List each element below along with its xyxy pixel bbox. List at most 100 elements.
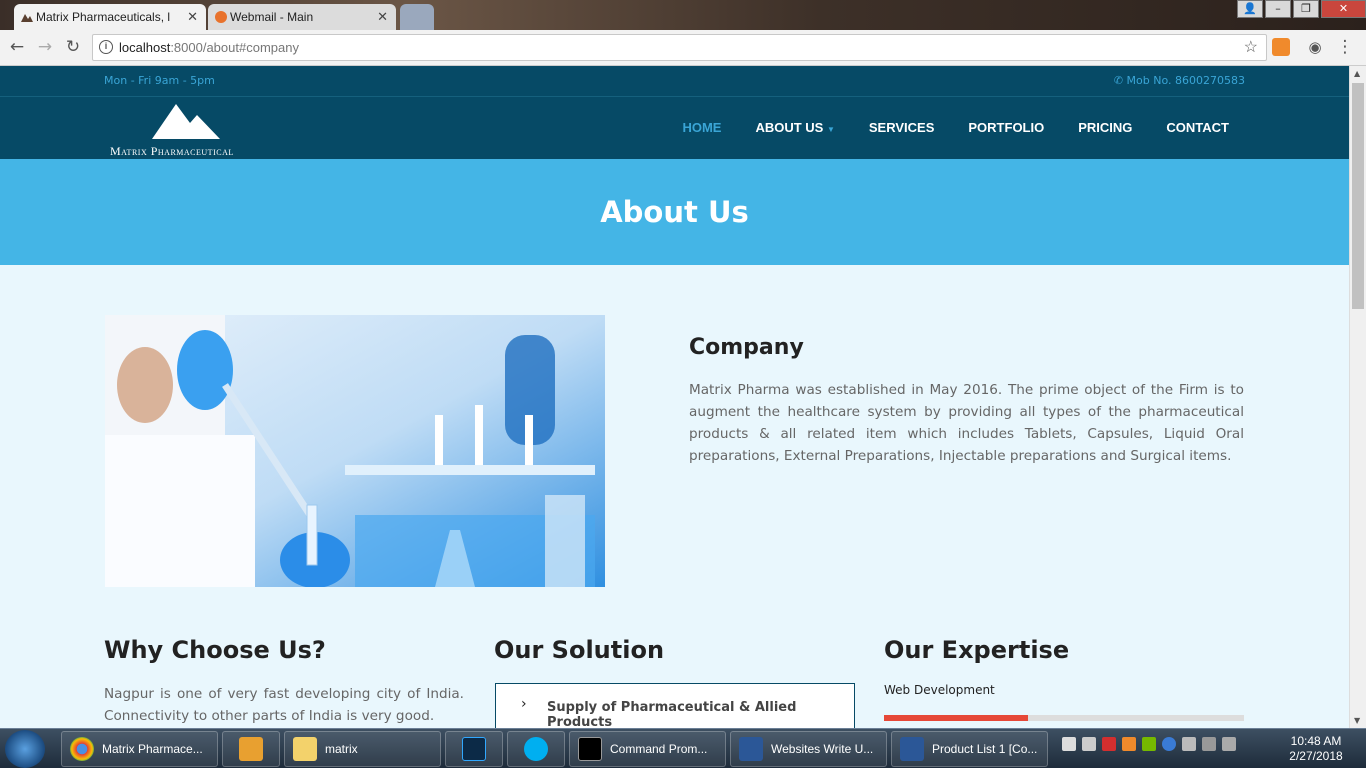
network-icon[interactable] [1202, 737, 1216, 751]
browser-toolbar: ← → ↻ i localhost:8000/about#company ☆ ◉… [0, 30, 1366, 66]
site-topbar: Mon - Fri 9am - 5pm ✆ Mob No. 8600270583 [0, 66, 1349, 97]
taskbar-label: matrix [325, 742, 358, 756]
menu-dots-icon[interactable]: ⋮ [1334, 36, 1356, 58]
phone-text: Mob No. 8600270583 [1126, 74, 1245, 87]
company-description: Matrix Pharma was established in May 201… [689, 382, 1244, 464]
matrix-favicon-icon [21, 14, 33, 22]
taskbar-word-1[interactable]: Websites Write U... [730, 731, 887, 767]
power-icon[interactable] [1162, 737, 1176, 751]
solution-item-label: Supply of Pharmaceutical & Allied Produc… [547, 700, 797, 730]
notes-icon[interactable] [1082, 737, 1096, 751]
bookmark-star-icon[interactable]: ☆ [1244, 35, 1258, 60]
battery-icon[interactable] [1062, 737, 1076, 751]
system-clock[interactable]: 10:48 AM 2/27/2018 [1284, 734, 1348, 764]
maximize-button[interactable]: ❐ [1293, 0, 1319, 18]
close-window-button[interactable]: ✕ [1321, 0, 1366, 18]
word-icon [900, 737, 924, 761]
browser-titlebar: Matrix Pharmaceuticals, l ✕ Webmail - Ma… [0, 0, 1366, 30]
taskbar-label: Websites Write U... [771, 742, 874, 756]
taskbar-media[interactable] [222, 731, 280, 767]
forward-icon[interactable]: → [34, 36, 56, 58]
taskbar-label: Product List 1 [Co... [932, 742, 1038, 756]
phone-icon: ✆ [1113, 74, 1127, 87]
user-icon[interactable]: 👤 [1237, 0, 1263, 18]
volume-icon[interactable] [1222, 737, 1236, 751]
why-choose-heading: Why Choose Us? [104, 636, 326, 664]
phone-number: ✆ Mob No. 8600270583 [1114, 74, 1245, 87]
page-scrollbar[interactable]: ▲ ▼ [1349, 66, 1366, 728]
clock-date: 2/27/2018 [1289, 749, 1343, 763]
taskbar-photoshop[interactable] [445, 731, 503, 767]
system-tray [1062, 737, 1236, 751]
tab-webmail[interactable]: Webmail - Main ✕ [208, 4, 396, 30]
word-icon [739, 737, 763, 761]
xampp-icon[interactable] [1122, 737, 1136, 751]
window-controls: 👤 – ❐ ✕ [1237, 0, 1366, 18]
back-icon[interactable]: ← [6, 36, 28, 58]
tab-title: Webmail - Main [230, 10, 314, 24]
taskbar-skype[interactable] [507, 731, 565, 767]
new-tab-button[interactable] [400, 4, 434, 30]
url-path: :8000/about#company [170, 40, 299, 55]
taskbar-word-2[interactable]: Product List 1 [Co... [891, 731, 1048, 767]
info-icon[interactable]: i [99, 40, 113, 54]
action-center-icon[interactable] [1182, 737, 1196, 751]
photoshop-icon [462, 737, 486, 761]
site-logo[interactable]: Matrix Pharmaceutical [110, 101, 275, 158]
skill-progress-bar [884, 715, 1244, 721]
nav-portfolio[interactable]: PORTFOLIO [968, 120, 1044, 135]
chrome-icon [70, 737, 94, 761]
caret-down-icon: ▼ [826, 125, 835, 134]
clock-time: 10:48 AM [1290, 734, 1342, 748]
nav-home[interactable]: HOME [682, 120, 721, 135]
start-button[interactable] [5, 730, 45, 768]
record-extension-icon[interactable]: ◉ [1304, 36, 1326, 58]
site-navbar: Matrix Pharmaceutical HOME ABOUT US ▼ SE… [0, 97, 1349, 159]
taskbar-chrome[interactable]: Matrix Pharmace... [61, 731, 218, 767]
nvidia-icon[interactable] [1142, 737, 1156, 751]
taskbar-label: Matrix Pharmace... [102, 742, 203, 756]
nav-services[interactable]: SERVICES [869, 120, 935, 135]
minimize-button[interactable]: – [1265, 0, 1291, 18]
skill-progress-fill [884, 715, 1028, 721]
company-heading: Company [689, 335, 804, 360]
tab-matrix[interactable]: Matrix Pharmaceuticals, l ✕ [14, 4, 206, 30]
close-tab-icon[interactable]: ✕ [377, 9, 388, 25]
scroll-down-icon[interactable]: ▼ [1354, 716, 1360, 725]
taskbar-folder[interactable]: matrix [284, 731, 441, 767]
folder-icon [293, 737, 317, 761]
why-choose-text: Nagpur is one of very fast developing ci… [104, 686, 464, 724]
url-host: localhost [119, 40, 171, 55]
reload-icon[interactable]: ↻ [62, 36, 84, 58]
skype-icon [524, 737, 548, 761]
cmd-icon [578, 737, 602, 761]
page-hero: About Us [0, 159, 1349, 265]
chevron-right-icon: › [521, 696, 527, 712]
nav-about[interactable]: ABOUT US ▼ [755, 120, 834, 135]
main-content: Company Matrix Pharma was established in… [0, 265, 1349, 730]
nav-pricing[interactable]: PRICING [1078, 120, 1132, 135]
scroll-up-icon[interactable]: ▲ [1354, 69, 1360, 78]
nav-about-label: ABOUT US [755, 120, 824, 135]
q-app-icon[interactable] [1102, 737, 1116, 751]
address-bar[interactable]: i localhost:8000/about#company ☆ [92, 34, 1267, 61]
close-tab-icon[interactable]: ✕ [187, 9, 198, 25]
solution-heading: Our Solution [494, 636, 665, 664]
business-hours: Mon - Fri 9am - 5pm [104, 74, 215, 87]
main-menu: HOME ABOUT US ▼ SERVICES PORTFOLIO PRICI… [648, 120, 1229, 135]
taskbar-label: Command Prom... [610, 742, 708, 756]
extension-icon[interactable] [1272, 38, 1290, 56]
page-title: About Us [600, 195, 749, 229]
taskbar-cmd[interactable]: Command Prom... [569, 731, 726, 767]
expertise-heading: Our Expertise [884, 636, 1070, 664]
mountain-logo-icon [152, 104, 220, 139]
lab-scientist-photo [105, 315, 605, 587]
windows-taskbar: Matrix Pharmace... matrix Command Prom..… [0, 728, 1366, 768]
scrollbar-thumb[interactable] [1352, 83, 1364, 309]
logo-text: Matrix Pharmaceutical [110, 144, 234, 158]
nav-contact[interactable]: CONTACT [1166, 120, 1229, 135]
solution-accordion-item[interactable]: › Supply of Pharmaceutical & Allied Prod… [495, 683, 855, 730]
cpanel-icon [215, 11, 227, 23]
skill-label: Web Development [884, 683, 995, 697]
tab-title: Matrix Pharmaceuticals, l [36, 10, 171, 24]
